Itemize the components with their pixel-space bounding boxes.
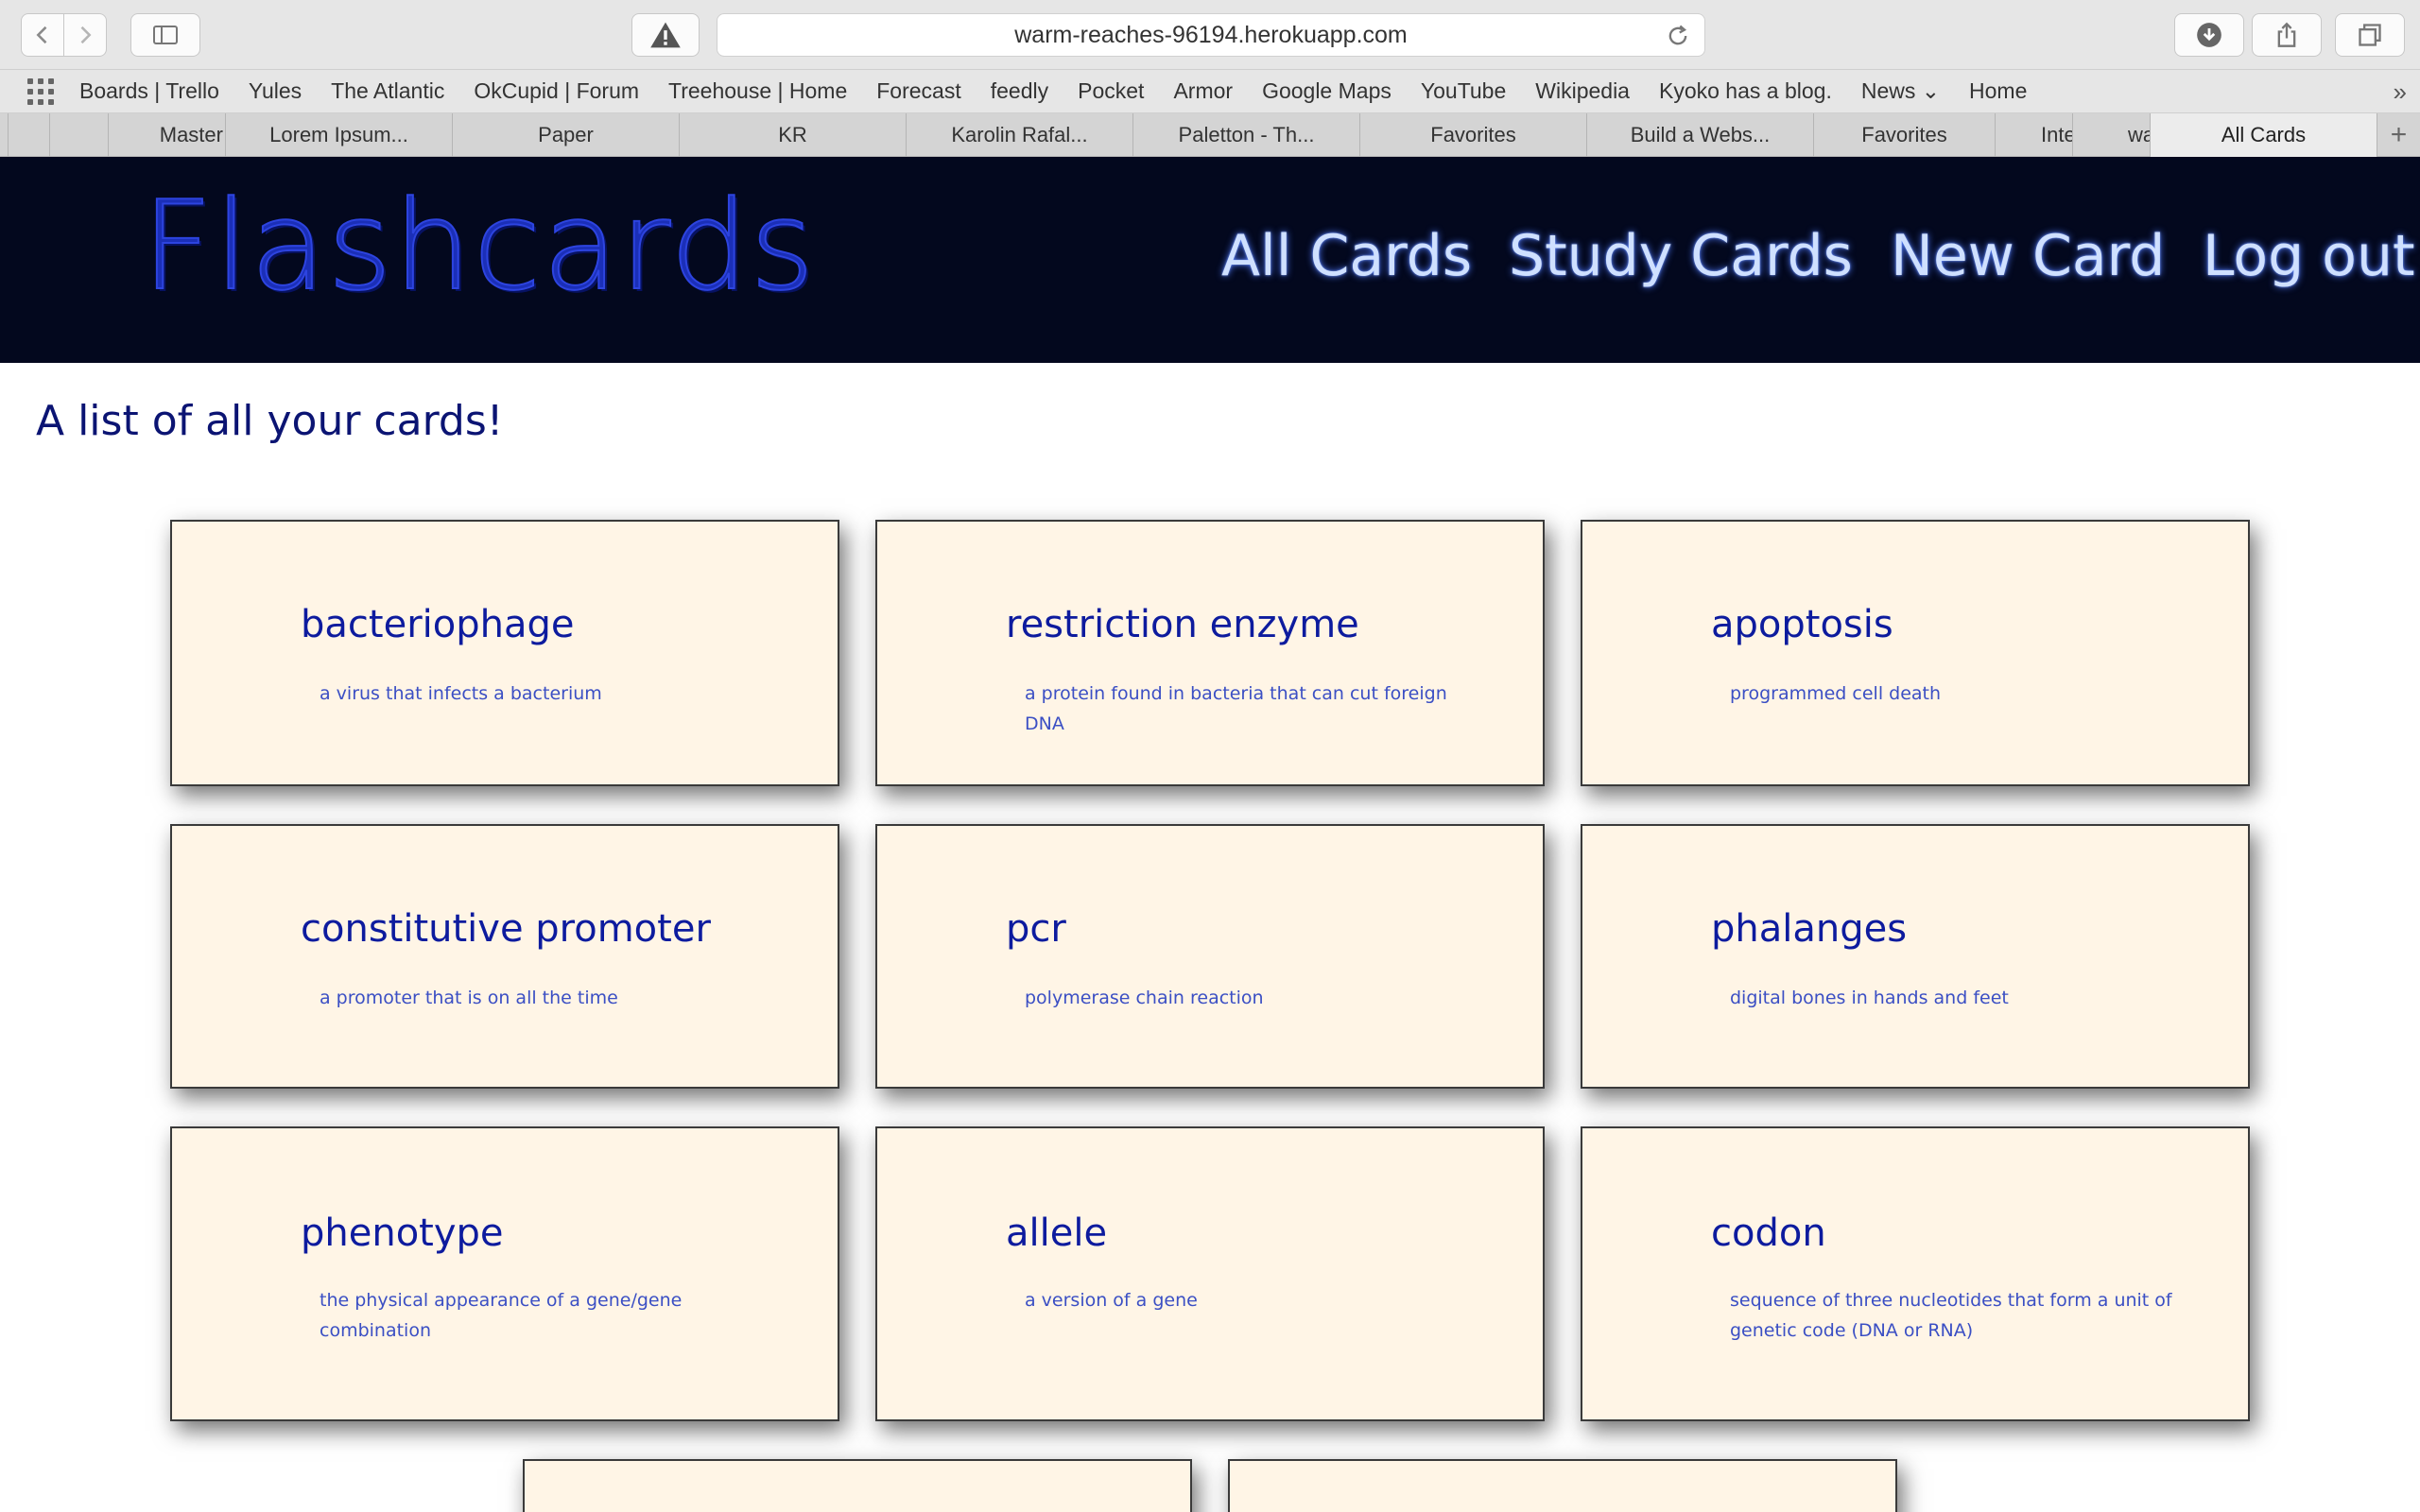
card-definition: the physical appearance of a gene/gene c… <box>320 1290 683 1341</box>
warning-icon <box>650 22 681 48</box>
forward-button[interactable] <box>63 13 107 57</box>
back-button[interactable] <box>21 13 64 57</box>
pinned-tab[interactable] <box>8 113 49 157</box>
security-warning-button[interactable] <box>631 13 700 57</box>
card-term: pcr <box>1006 907 1066 951</box>
flashcard[interactable]: pcr polymerase chain reaction <box>875 824 1545 1089</box>
nav-all-cards[interactable]: All Cards <box>1221 223 1472 289</box>
tab-overview-button[interactable] <box>2335 13 2405 57</box>
browser-toolbar: warm-reaches-96194.herokuapp.com <box>0 0 2420 70</box>
tab[interactable]: Favorites <box>1359 113 1586 157</box>
card-term: phalanges <box>1711 907 1908 951</box>
flashcard[interactable]: constitutive promoter a promoter that is… <box>170 824 839 1089</box>
card-definition: digital bones in hands and feet <box>1730 988 2009 1008</box>
flashcard[interactable]: bacteriophage a virus that infects a bac… <box>170 520 839 786</box>
bookmark-kyoko-blog[interactable]: Kyoko has a blog. <box>1659 78 1832 104</box>
bookmark-armor[interactable]: Armor <box>1173 78 1233 104</box>
tab[interactable]: Lorem Ipsum... <box>225 113 452 157</box>
flashcard[interactable]: apoptosis programmed cell death <box>1581 520 2250 786</box>
bookmark-trello[interactable]: Boards | Trello <box>79 78 219 104</box>
card-term: bacteriophage <box>301 603 575 646</box>
pinned-tab[interactable] <box>49 113 108 157</box>
bookmark-news-folder[interactable]: News ⌄ <box>1861 78 1940 104</box>
card-definition: polymerase chain reaction <box>1025 988 1264 1008</box>
flashcard[interactable]: phalanges digital bones in hands and fee… <box>1581 824 2250 1089</box>
card-term: allele <box>1006 1211 1108 1255</box>
bookmark-feedly[interactable]: feedly <box>991 78 1048 104</box>
bookmark-youtube[interactable]: YouTube <box>1421 78 1506 104</box>
card-definition: a promoter that is on all the time <box>320 988 618 1008</box>
card-term: phenotype <box>301 1211 504 1255</box>
flashcard[interactable] <box>1228 1459 1897 1512</box>
bookmark-yules[interactable]: Yules <box>249 78 302 104</box>
sidebar-icon <box>153 26 178 44</box>
bookmark-google-maps[interactable]: Google Maps <box>1262 78 1392 104</box>
tab[interactable]: Paper <box>452 113 679 157</box>
page-title: A list of all your cards! <box>36 397 504 445</box>
tab[interactable]: Favorites <box>1813 113 1995 157</box>
card-term: apoptosis <box>1711 603 1893 646</box>
card-term: constitutive promoter <box>301 907 711 951</box>
url-bar[interactable]: warm-reaches-96194.herokuapp.com <box>717 13 1705 57</box>
card-definition: programmed cell death <box>1730 683 1942 704</box>
flashcard[interactable]: allele a version of a gene <box>875 1126 1545 1421</box>
chevron-left-icon <box>36 26 47 44</box>
tab-strip: Master Lorem Ipsum... Paper KR Karolin R… <box>0 113 2420 157</box>
tab-active-all-cards[interactable]: All Cards <box>2150 113 2377 157</box>
downloads-button[interactable] <box>2174 13 2244 57</box>
url-text: warm-reaches-96194.herokuapp.com <box>1014 21 1408 48</box>
bookmark-wikipedia[interactable]: Wikipedia <box>1535 78 1630 104</box>
bookmark-the-atlantic[interactable]: The Atlantic <box>331 78 444 104</box>
bookmarks-overflow-icon[interactable]: » <box>2394 77 2407 107</box>
bookmark-home[interactable]: Home <box>1969 78 2027 104</box>
tabs-icon <box>2359 24 2381 46</box>
tab[interactable]: wa <box>2072 113 2150 157</box>
tab[interactable]: Paletton - Th... <box>1132 113 1359 157</box>
tab[interactable]: KR <box>679 113 906 157</box>
tab[interactable]: Karolin Rafal... <box>906 113 1132 157</box>
bookmark-forecast[interactable]: Forecast <box>876 78 960 104</box>
bookmark-pocket[interactable]: Pocket <box>1078 78 1144 104</box>
card-definition: a version of a gene <box>1025 1290 1198 1311</box>
flashcard[interactable]: codon sequence of three nucleotides that… <box>1581 1126 2250 1421</box>
sidebar-toggle-button[interactable] <box>130 13 200 57</box>
flashcard[interactable] <box>523 1459 1192 1512</box>
bookmark-okcupid[interactable]: OkCupid | Forum <box>474 78 639 104</box>
card-term: restriction enzyme <box>1006 603 1359 646</box>
bookmarks-bar: Boards | Trello Yules The Atlantic OkCup… <box>0 70 2420 113</box>
share-icon <box>2277 22 2296 47</box>
new-tab-icon[interactable]: + <box>2377 113 2420 157</box>
tab[interactable]: Master <box>108 113 225 157</box>
site-header: Flashcards All Cards Study Cards New Car… <box>0 157 2420 363</box>
tab[interactable]: Build a Webs... <box>1586 113 1813 157</box>
bookmark-treehouse[interactable]: Treehouse | Home <box>668 78 847 104</box>
apps-grid-icon[interactable] <box>25 76 57 108</box>
share-button[interactable] <box>2252 13 2322 57</box>
chevron-right-icon <box>80 26 92 44</box>
flashcard[interactable]: restriction enzyme a protein found in ba… <box>875 520 1545 786</box>
card-definition: a protein found in bacteria that can cut… <box>1025 683 1447 734</box>
site-logo[interactable]: Flashcards <box>141 173 816 318</box>
nav-new-card[interactable]: New Card <box>1891 223 2165 289</box>
download-icon <box>2197 23 2221 47</box>
reload-icon[interactable] <box>1665 23 1691 49</box>
flashcard[interactable]: phenotype the physical appearance of a g… <box>170 1126 839 1421</box>
card-definition: sequence of three nucleotides that form … <box>1730 1290 2172 1341</box>
nav-study-cards[interactable]: Study Cards <box>1509 223 1853 289</box>
tab[interactable]: Inte <box>1995 113 2072 157</box>
nav-log-out[interactable]: Log out <box>2203 223 2415 289</box>
card-definition: a virus that infects a bacterium <box>320 683 602 704</box>
card-term: codon <box>1711 1211 1826 1255</box>
